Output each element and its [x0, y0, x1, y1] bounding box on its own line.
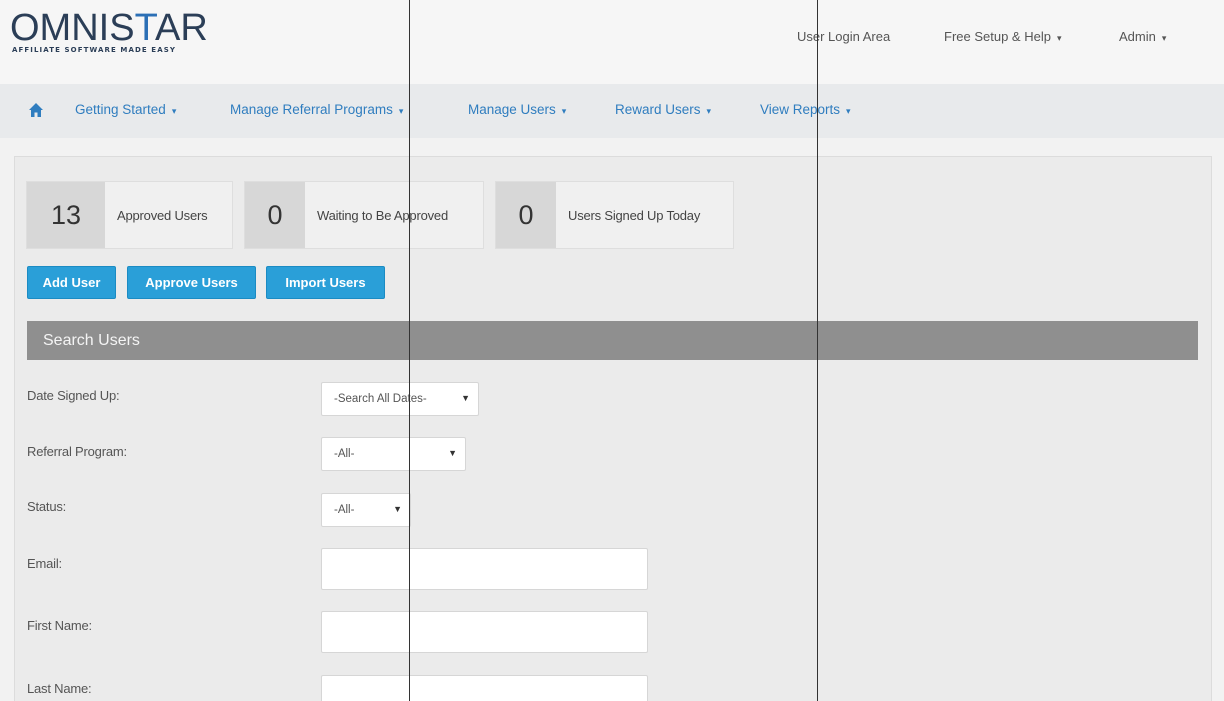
logo-wordmark: OMNISTAR: [10, 8, 208, 48]
date-signed-up-value: -Search All Dates-: [334, 393, 427, 405]
search-users-header: Search Users: [27, 321, 1198, 360]
nav-reward-users[interactable]: Reward Users ▾: [615, 102, 711, 117]
last-name-field[interactable]: [321, 675, 648, 701]
chevron-down-icon: ▾: [398, 106, 404, 116]
nav-reward-users-label: Reward Users: [615, 102, 701, 117]
referral-program-label: Referral Program:: [27, 444, 127, 459]
user-login-area-link[interactable]: User Login Area: [797, 29, 890, 44]
stat-value: 13: [27, 182, 105, 248]
referral-program-value: -All-: [334, 448, 355, 460]
free-setup-help-label: Free Setup & Help: [944, 29, 1051, 44]
admin-label: Admin: [1119, 29, 1156, 44]
stat-label: Approved Users: [117, 207, 208, 223]
stat-label: Waiting to Be Approved: [317, 207, 448, 223]
status-label: Status:: [27, 499, 67, 514]
top-bar: OMNISTAR AFFILIATE SOFTWARE MADE EASY Us…: [0, 0, 1224, 84]
chevron-down-icon: ▾: [1161, 33, 1167, 43]
home-icon[interactable]: [28, 102, 44, 118]
select-arrow-icon: ▼: [448, 448, 457, 458]
chevron-down-icon: ▾: [171, 106, 177, 116]
section-title: Search Users: [43, 332, 140, 349]
chevron-down-icon: ▾: [846, 106, 851, 116]
select-arrow-icon: ▼: [461, 393, 470, 403]
select-arrow-icon: ▼: [393, 504, 402, 514]
nav-getting-started[interactable]: Getting Started ▾: [75, 102, 176, 117]
nav-manage-referral-programs[interactable]: Manage Referral Programs ▾: [230, 102, 403, 117]
free-setup-help-menu[interactable]: Free Setup & Help ▾: [944, 29, 1061, 44]
chevron-down-icon: ▾: [706, 106, 712, 116]
nav-manage-users-label: Manage Users: [468, 102, 556, 117]
status-value: -All-: [334, 504, 355, 516]
nav-getting-started-label: Getting Started: [75, 102, 166, 117]
stat-signed-up-today[interactable]: 0 Users Signed Up Today: [495, 181, 734, 249]
email-label: Email:: [27, 556, 62, 571]
admin-menu[interactable]: Admin ▾: [1119, 29, 1166, 44]
main-nav: Getting Started ▾ Manage Referral Program…: [0, 84, 1224, 138]
logo-star-letter: T: [134, 7, 155, 49]
status-select[interactable]: -All- ▼: [321, 493, 411, 527]
email-field[interactable]: [321, 548, 648, 590]
omnistar-logo[interactable]: OMNISTAR AFFILIATE SOFTWARE MADE EASY: [10, 8, 208, 54]
stat-value: 0: [245, 182, 305, 248]
logo-text-right: AR: [154, 7, 208, 49]
user-login-area-label: User Login Area: [797, 29, 891, 44]
referral-program-select[interactable]: -All- ▼: [321, 437, 466, 471]
logo-text-left: OMNIS: [10, 7, 135, 49]
chevron-down-icon: ▾: [561, 106, 567, 116]
nav-view-reports[interactable]: View Reports ▾: [760, 102, 851, 117]
overlay-guide-line: [817, 0, 818, 701]
stat-approved-users[interactable]: 13 Approved Users: [26, 181, 233, 249]
date-signed-up-select[interactable]: -Search All Dates- ▼: [321, 382, 479, 416]
overlay-guide-line: [409, 0, 410, 701]
date-signed-up-label: Date Signed Up:: [27, 388, 120, 403]
approve-users-button[interactable]: Approve Users: [127, 266, 256, 299]
chevron-down-icon: ▾: [1056, 33, 1062, 43]
stat-waiting-approval[interactable]: 0 Waiting to Be Approved: [244, 181, 484, 249]
stat-label: Users Signed Up Today: [568, 207, 701, 223]
nav-manage-users[interactable]: Manage Users ▾: [468, 102, 566, 117]
import-users-button[interactable]: Import Users: [266, 266, 385, 299]
first-name-field[interactable]: [321, 611, 648, 653]
first-name-label: First Name:: [27, 618, 92, 633]
last-name-label: Last Name:: [27, 681, 92, 696]
add-user-button[interactable]: Add User: [27, 266, 116, 299]
stat-value: 0: [496, 182, 556, 248]
nav-manage-referral-programs-label: Manage Referral Programs: [230, 102, 393, 117]
nav-view-reports-label: View Reports: [760, 102, 841, 117]
